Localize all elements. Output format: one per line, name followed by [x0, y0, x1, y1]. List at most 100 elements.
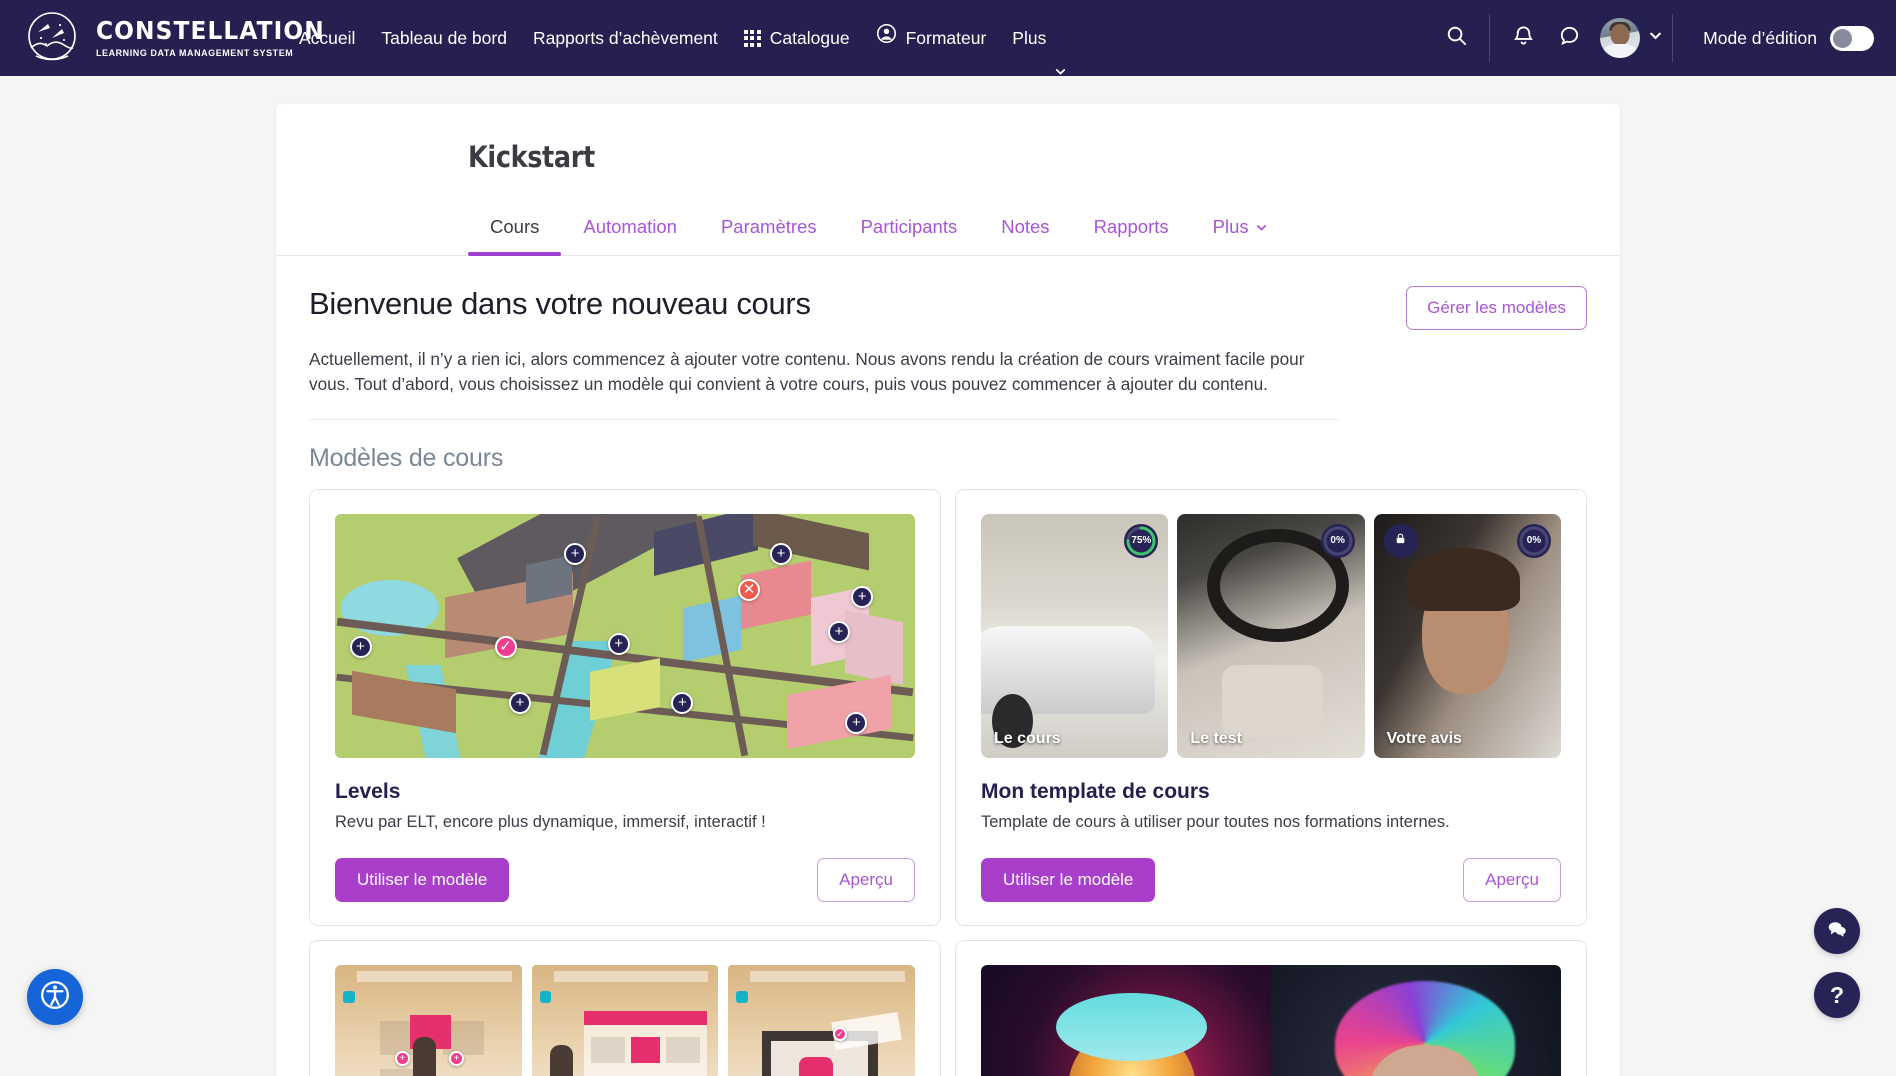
lock-icon — [1394, 532, 1407, 550]
tab-automation[interactable]: Automation — [561, 202, 699, 255]
chevron-down-icon — [1256, 216, 1267, 238]
course-tabs: Cours Automation Paramètres Participants… — [276, 202, 1620, 256]
page-title: Kickstart — [468, 140, 1482, 174]
template-card-body: 75% Le cours — [956, 490, 1586, 843]
three-photo-tiles: 75% Le cours — [981, 514, 1561, 758]
illustration-topbar — [750, 971, 905, 982]
map-marker-complete[interactable]: ✓ — [495, 636, 517, 658]
illustration-tag — [736, 991, 748, 1003]
search-button[interactable] — [1433, 15, 1479, 61]
toggle-knob — [1833, 29, 1852, 48]
notifications-button[interactable] — [1500, 15, 1546, 61]
tab-participants[interactable]: Participants — [839, 202, 980, 255]
nav-item-tableau-de-bord[interactable]: Tableau de bord — [368, 0, 520, 76]
template-thumbnail — [981, 965, 1561, 1076]
page-body: Kickstart Cours Automation Paramètres Pa… — [0, 76, 1896, 1076]
nav-label: Catalogue — [770, 0, 850, 76]
tile-label: Votre avis — [1387, 730, 1462, 748]
module-tile[interactable]: 75% Le cours — [981, 514, 1168, 758]
templates-grid: + ✓ + + + + + + ✕ + + — [309, 489, 1587, 1076]
template-card-actions: Utiliser le modèle Aperçu — [956, 843, 1586, 925]
ai-art-image-right — [1271, 965, 1561, 1076]
template-name: Levels — [335, 780, 915, 804]
template-card[interactable] — [955, 940, 1587, 1076]
chevron-down-icon — [1649, 29, 1662, 47]
messages-button[interactable] — [1546, 15, 1592, 61]
nav-item-plus[interactable]: Plus — [999, 0, 1079, 76]
illustration-person — [799, 1057, 833, 1076]
tile-label: Le cours — [994, 730, 1061, 748]
illustration-tile: ✓ — [728, 965, 915, 1076]
tab-label: Plus — [1213, 216, 1249, 238]
chat-fab[interactable] — [1814, 908, 1860, 954]
template-description: Revu par ELT, encore plus dynamique, imm… — [335, 811, 915, 833]
tab-plus[interactable]: Plus — [1191, 202, 1289, 255]
search-icon — [1445, 24, 1468, 52]
user-circle-icon — [876, 0, 897, 76]
edit-mode-control: Mode d’édition — [1683, 26, 1874, 51]
tab-label: Notes — [1001, 216, 1049, 238]
template-card-body: + + ! — [310, 941, 940, 1076]
help-fab[interactable]: ? — [1814, 972, 1860, 1018]
message-icon — [1558, 24, 1581, 52]
map-marker-add[interactable]: + — [608, 633, 630, 655]
progress-ring: 0% — [1321, 524, 1355, 558]
map-marker-add[interactable]: + — [851, 586, 873, 608]
course-header: Kickstart — [276, 104, 1620, 174]
tab-rapports[interactable]: Rapports — [1072, 202, 1191, 255]
progress-ring: 0% — [1517, 524, 1551, 558]
map-marker-add[interactable]: + — [845, 712, 867, 734]
progress-ring: 75% — [1124, 524, 1158, 558]
preview-template-button[interactable]: Aperçu — [817, 858, 915, 902]
map-marker-failed[interactable]: ✕ — [738, 579, 760, 601]
map-marker-add[interactable]: + — [509, 692, 531, 714]
template-thumbnail: + + ! — [335, 965, 915, 1076]
template-name: Mon template de cours — [981, 780, 1561, 804]
nav-item-rapports-achevement[interactable]: Rapports d’achèvement — [520, 0, 731, 76]
template-card[interactable]: + + ! — [309, 940, 941, 1076]
map-marker-add[interactable]: + — [350, 636, 372, 658]
template-card-actions: Utiliser le modèle Aperçu — [310, 843, 940, 925]
course-main: Bienvenue dans votre nouveau cours Gérer… — [276, 256, 1620, 1076]
user-menu[interactable] — [1592, 18, 1662, 58]
ai-art-image-left — [981, 965, 1271, 1076]
nav-label: Tableau de bord — [381, 0, 507, 76]
grid-icon — [744, 30, 761, 47]
tab-notes[interactable]: Notes — [979, 202, 1071, 255]
tab-parametres[interactable]: Paramètres — [699, 202, 839, 255]
nav-item-formateur[interactable]: Formateur — [863, 0, 1000, 76]
illustration-marker: + — [395, 1051, 410, 1066]
nav-label: Plus — [1012, 0, 1046, 76]
template-thumbnail: + ✓ + + + + + + ✕ + + — [335, 514, 915, 758]
module-tile[interactable]: 0% Votre avis — [1374, 514, 1561, 758]
navbar-divider-2 — [1672, 14, 1673, 62]
manage-templates-button[interactable]: Gérer les modèles — [1406, 286, 1587, 330]
accessibility-button[interactable] — [27, 969, 83, 1025]
use-template-button[interactable]: Utiliser le modèle — [981, 858, 1155, 902]
module-tile[interactable]: 0% Le test — [1177, 514, 1364, 758]
progress-value: 0% — [1330, 535, 1344, 546]
isometric-city-map-image: + ✓ + + + + + + ✕ + + — [335, 514, 915, 758]
illustration-shape — [666, 1037, 700, 1063]
brand-logo[interactable]: CONSTELLATION LEARNING DATA MANAGEMENT S… — [0, 8, 286, 68]
edit-mode-toggle[interactable] — [1830, 26, 1874, 51]
templates-section-heading: Modèles de cours — [309, 444, 1587, 473]
welcome-description: Actuellement, il n’y a rien ici, alors c… — [309, 347, 1339, 420]
map-marker-add[interactable]: + — [770, 543, 792, 565]
preview-template-button[interactable]: Aperçu — [1463, 858, 1561, 902]
progress-value: 75% — [1131, 535, 1151, 546]
use-template-button[interactable]: Utiliser le modèle — [335, 858, 509, 902]
top-navbar: CONSTELLATION LEARNING DATA MANAGEMENT S… — [0, 0, 1896, 76]
template-card[interactable]: 75% Le cours — [955, 489, 1587, 926]
illustration-shape — [631, 1037, 661, 1063]
progress-value: 0% — [1527, 535, 1541, 546]
tab-cours[interactable]: Cours — [468, 202, 561, 255]
template-card-body — [956, 941, 1586, 1076]
navbar-actions: Mode d’édition — [1433, 14, 1874, 62]
nav-item-catalogue[interactable]: Catalogue — [731, 0, 863, 76]
illustration-tag — [540, 991, 552, 1003]
template-card[interactable]: + ✓ + + + + + + ✕ + + — [309, 489, 941, 926]
illustration-topbar — [357, 971, 512, 982]
illustration-browser-bar — [584, 1011, 707, 1025]
template-description: Template de cours à utiliser pour toutes… — [981, 811, 1561, 833]
